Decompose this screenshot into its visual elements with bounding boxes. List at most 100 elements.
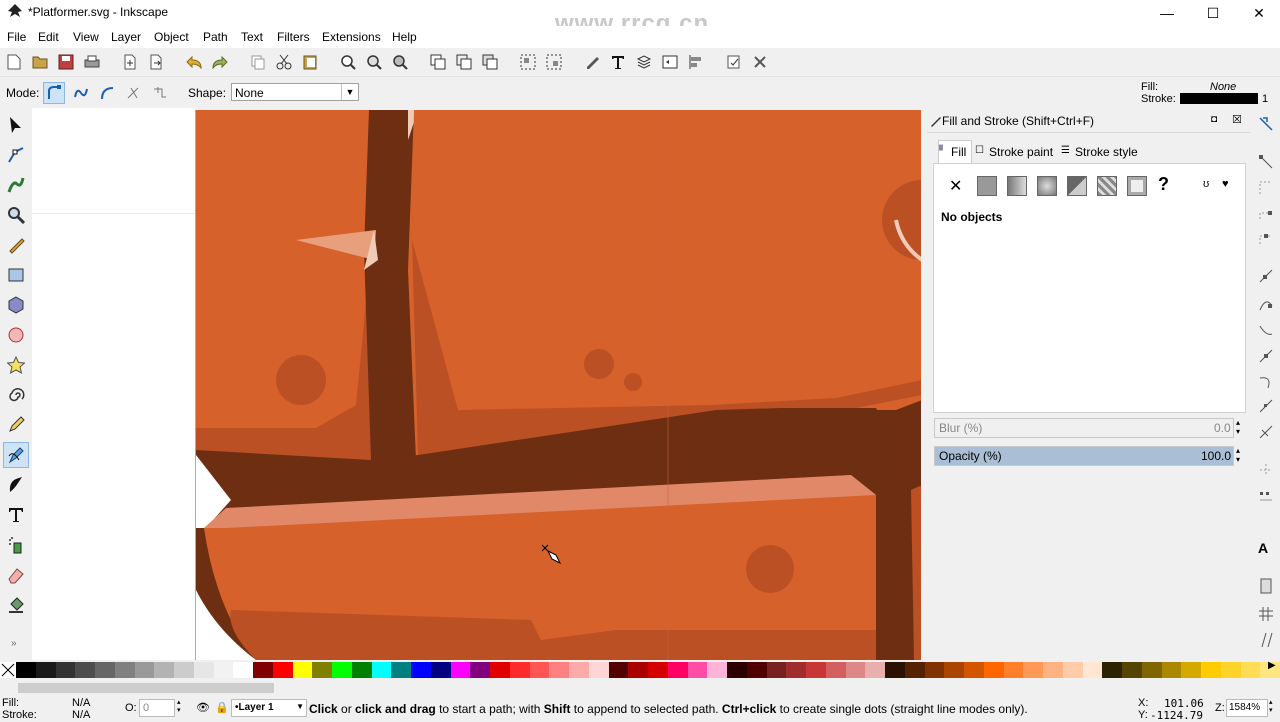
palette-swatch[interactable] [845, 662, 866, 678]
document-properties-icon[interactable] [750, 52, 770, 72]
palette-swatch[interactable] [470, 662, 490, 678]
palette-swatch[interactable] [983, 662, 1004, 678]
tab-stroke-paint[interactable]: Stroke paint [989, 145, 1053, 159]
snap-bbox-icon[interactable] [1258, 154, 1274, 170]
palette-swatch[interactable] [1201, 662, 1221, 678]
status-opacity-field[interactable]: 0 [139, 699, 175, 717]
linear-gradient-button[interactable] [1007, 176, 1027, 196]
no-color-swatch[interactable] [0, 662, 16, 678]
text-font-icon[interactable] [608, 52, 628, 72]
drawing-canvas[interactable] [195, 110, 922, 660]
palette-swatch[interactable] [490, 662, 510, 678]
palette-swatch[interactable] [806, 662, 826, 678]
palette-swatch[interactable] [865, 662, 885, 678]
snap-bbox-corner-icon[interactable] [1258, 205, 1274, 221]
palette-swatch[interactable] [1043, 662, 1063, 678]
mode-bspline-button[interactable] [96, 82, 118, 104]
palette-swatch[interactable] [924, 662, 945, 678]
minimize-button[interactable]: — [1144, 0, 1190, 26]
palette-swatch[interactable] [55, 662, 76, 678]
palette-swatch[interactable] [1220, 662, 1241, 678]
ungroup-icon[interactable] [544, 52, 564, 72]
palette-swatch[interactable] [95, 662, 115, 678]
swatch-button[interactable] [1127, 176, 1147, 196]
snap-enable-icon[interactable] [1258, 116, 1274, 132]
palette-swatch[interactable] [964, 662, 984, 678]
snap-midpoint-icon[interactable] [1258, 398, 1274, 414]
dialog-close-icon[interactable]: ☒ [1232, 113, 1242, 126]
palette-swatch[interactable] [1102, 662, 1122, 678]
palette-swatch[interactable] [825, 662, 846, 678]
style-fill-value[interactable]: None [1210, 81, 1236, 93]
menu-edit[interactable]: Edit [38, 30, 59, 44]
palette-swatch[interactable] [193, 662, 214, 678]
snap-grid-icon[interactable] [1258, 606, 1274, 622]
palette-swatch[interactable] [154, 662, 174, 678]
zoom-drawing-icon[interactable] [364, 52, 384, 72]
calligraphy-tool-icon[interactable] [3, 472, 29, 498]
palette-swatch[interactable] [272, 662, 293, 678]
undo-icon[interactable] [184, 52, 204, 72]
pencil-tool-icon[interactable] [3, 412, 29, 438]
snap-nodes-icon[interactable] [1258, 268, 1274, 284]
print-icon[interactable] [82, 52, 102, 72]
measure-tool-icon[interactable] [3, 232, 29, 258]
object-properties-icon[interactable] [660, 52, 680, 72]
layer-visibility-icon[interactable]: 👁 [196, 701, 210, 714]
palette-swatch[interactable] [114, 662, 135, 678]
palette-swatch[interactable] [75, 662, 95, 678]
menu-layer[interactable]: Layer [111, 30, 141, 44]
snap-text-icon[interactable]: A [1258, 540, 1268, 556]
palette-swatch[interactable] [707, 662, 727, 678]
clone-icon[interactable] [454, 52, 474, 72]
palette-swatch[interactable] [549, 662, 569, 678]
preferences-icon[interactable] [724, 52, 744, 72]
menu-object[interactable]: Object [154, 30, 189, 44]
close-button[interactable]: ✕ [1236, 0, 1280, 26]
pen-tool-icon[interactable] [3, 442, 29, 468]
color-palette[interactable] [0, 662, 1280, 678]
mode-spiro-button[interactable] [70, 82, 92, 104]
fill-rule-evenodd-icon[interactable]: ʊ [1203, 178, 1209, 190]
snap-bbox-midpoint-icon[interactable] [1258, 230, 1274, 246]
palette-swatch[interactable] [371, 662, 392, 678]
palette-swatch[interactable] [35, 662, 56, 678]
palette-swatch[interactable] [1122, 662, 1142, 678]
palette-swatch[interactable] [628, 662, 648, 678]
palette-swatch[interactable] [667, 662, 688, 678]
palette-swatch[interactable] [174, 662, 194, 678]
star-tool-icon[interactable] [3, 352, 29, 378]
layers-icon[interactable] [634, 52, 654, 72]
spray-tool-icon[interactable] [3, 532, 29, 558]
tweak-tool-icon[interactable] [3, 172, 29, 198]
selector-tool-icon[interactable] [3, 112, 29, 138]
zoom-tool-icon[interactable] [3, 202, 29, 228]
palette-swatch[interactable] [253, 662, 273, 678]
palette-scroll-thumb[interactable] [18, 683, 274, 693]
palette-swatch[interactable] [786, 662, 806, 678]
snap-intersection-icon[interactable] [1258, 322, 1274, 338]
palette-swatch[interactable] [16, 662, 36, 678]
menu-path[interactable]: Path [203, 30, 228, 44]
shape-select[interactable]: None ▼ [231, 83, 359, 101]
paste-icon[interactable] [300, 52, 320, 72]
zoom-page-icon[interactable] [390, 52, 410, 72]
menu-filters[interactable]: Filters [277, 30, 310, 44]
duplicate-icon[interactable] [428, 52, 448, 72]
eraser-tool-icon[interactable] [3, 562, 29, 588]
opacity-spin-icon[interactable]: ▴ ▾ [1236, 446, 1240, 464]
snap-text-baseline-icon[interactable] [1258, 488, 1274, 504]
style-stroke-swatch[interactable] [1180, 93, 1258, 104]
menu-file[interactable]: File [7, 30, 26, 44]
fill-rule-nonzero-icon[interactable]: ♥ [1222, 178, 1229, 190]
palette-swatch[interactable] [569, 662, 589, 678]
palette-swatch[interactable] [1161, 662, 1182, 678]
palette-swatch[interactable] [391, 662, 411, 678]
menu-text[interactable]: Text [241, 30, 263, 44]
palette-swatch[interactable] [687, 662, 708, 678]
palette-swatch[interactable] [1141, 662, 1162, 678]
palette-swatch[interactable] [411, 662, 431, 678]
3d-box-tool-icon[interactable] [3, 292, 29, 318]
palette-swatch[interactable] [1003, 662, 1024, 678]
import-icon[interactable] [120, 52, 140, 72]
